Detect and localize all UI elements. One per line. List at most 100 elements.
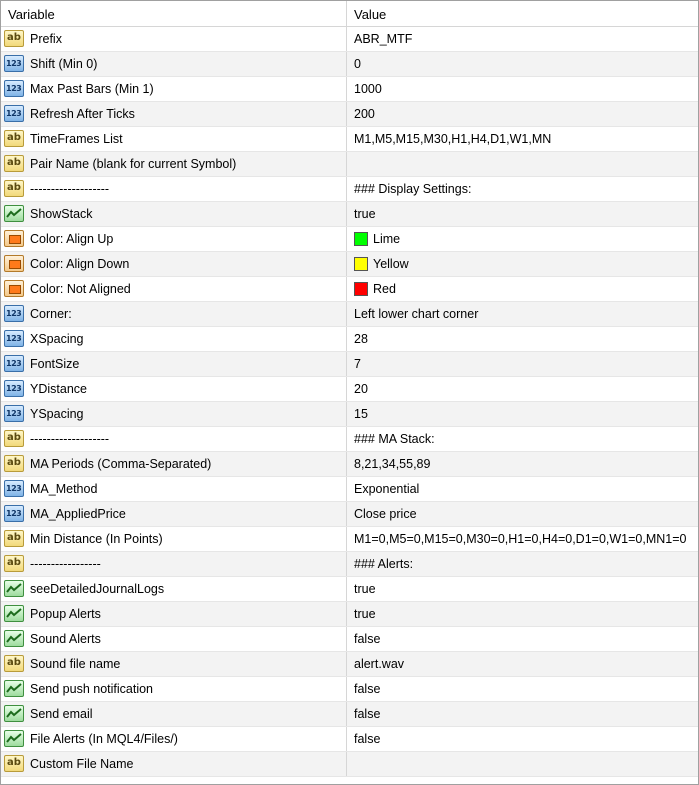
- ab-icon: ab: [4, 155, 24, 172]
- variable-cell: 123 FontSize: [1, 352, 347, 376]
- parameter-row[interactable]: 123 YSpacing 15: [1, 402, 698, 427]
- color-icon: [4, 255, 24, 272]
- variable-name: MA_Method: [30, 482, 98, 496]
- parameter-row[interactable]: ab MA Periods (Comma-Separated) 8,21,34,55…: [1, 452, 698, 477]
- parameter-row[interactable]: 123 Corner: Left lower chart corner: [1, 302, 698, 327]
- numeric-icon: 123: [4, 355, 24, 372]
- value-cell[interactable]: 200: [354, 107, 375, 121]
- value-cell[interactable]: true: [354, 607, 376, 621]
- value-cell[interactable]: 7: [354, 357, 361, 371]
- parameter-row[interactable]: 123 MA_Method Exponential: [1, 477, 698, 502]
- value-cell[interactable]: false: [354, 632, 380, 646]
- variable-name: Min Distance (In Points): [30, 532, 163, 546]
- value-cell[interactable]: ABR_MTF: [354, 32, 412, 46]
- value-cell[interactable]: alert.wav: [354, 657, 404, 671]
- inputs-property-grid: Variable Value ab Prefix ABR_MTF 123 Shift (…: [0, 0, 699, 785]
- variable-cell: ab -------------------: [1, 427, 347, 451]
- parameter-row[interactable]: ab Pair Name (blank for current Symbol): [1, 152, 698, 177]
- variable-cell: 123 XSpacing: [1, 327, 347, 351]
- variable-cell: ab MA Periods (Comma-Separated): [1, 452, 347, 476]
- value-cell[interactable]: ### MA Stack:: [354, 432, 435, 446]
- parameter-row[interactable]: ab Prefix ABR_MTF: [1, 27, 698, 52]
- value-cell[interactable]: Left lower chart corner: [354, 307, 478, 321]
- parameter-row[interactable]: 123 Shift (Min 0) 0: [1, 52, 698, 77]
- value-cell[interactable]: Yellow: [373, 257, 409, 271]
- variable-name: Popup Alerts: [30, 607, 101, 621]
- value-cell[interactable]: ### Display Settings:: [354, 182, 471, 196]
- value-cell[interactable]: Exponential: [354, 482, 419, 496]
- bool-icon: [4, 730, 24, 747]
- variable-name: -----------------: [30, 557, 101, 571]
- value-cell[interactable]: false: [354, 732, 380, 746]
- parameter-row[interactable]: Popup Alerts true: [1, 602, 698, 627]
- parameter-row[interactable]: File Alerts (In MQL4/Files/) false: [1, 727, 698, 752]
- variable-name: TimeFrames List: [30, 132, 123, 146]
- variable-name: Sound file name: [30, 657, 121, 671]
- parameter-row[interactable]: ab ------------------- ### MA Stack:: [1, 427, 698, 452]
- variable-name: Pair Name (blank for current Symbol): [30, 157, 237, 171]
- value-cell[interactable]: true: [354, 207, 376, 221]
- value-cell[interactable]: Close price: [354, 507, 417, 521]
- variable-name: FontSize: [30, 357, 80, 371]
- value-cell[interactable]: false: [354, 682, 380, 696]
- parameter-row[interactable]: Send push notification false: [1, 677, 698, 702]
- parameter-row[interactable]: 123 XSpacing 28: [1, 327, 698, 352]
- value-cell[interactable]: 8,21,34,55,89: [354, 457, 430, 471]
- numeric-icon: 123: [4, 330, 24, 347]
- ab-icon: ab: [4, 30, 24, 47]
- variable-cell: 123 Max Past Bars (Min 1): [1, 77, 347, 101]
- variable-cell: Color: Align Down: [1, 252, 347, 276]
- value-cell[interactable]: 20: [354, 382, 368, 396]
- parameter-row[interactable]: 123 MA_AppliedPrice Close price: [1, 502, 698, 527]
- parameter-row[interactable]: ab Min Distance (In Points) M1=0,M5=0,M15=…: [1, 527, 698, 552]
- variable-column-header[interactable]: Variable: [1, 1, 347, 26]
- variable-name: Shift (Min 0): [30, 57, 98, 71]
- variable-cell: ShowStack: [1, 202, 347, 226]
- parameter-row[interactable]: 123 Refresh After Ticks 200: [1, 102, 698, 127]
- variable-header-label: Variable: [8, 7, 55, 22]
- ab-icon: ab: [4, 655, 24, 672]
- variable-name: Color: Not Aligned: [30, 282, 131, 296]
- parameter-row[interactable]: Color: Align Up Lime: [1, 227, 698, 252]
- value-cell[interactable]: 1000: [354, 82, 382, 96]
- variable-name: File Alerts (In MQL4/Files/): [30, 732, 178, 746]
- parameter-row[interactable]: Send email false: [1, 702, 698, 727]
- parameter-row[interactable]: ab ------------------- ### Display Setting…: [1, 177, 698, 202]
- value-cell[interactable]: 0: [354, 57, 361, 71]
- variable-cell: 123 YDistance: [1, 377, 347, 401]
- value-cell[interactable]: Lime: [373, 232, 400, 246]
- parameter-row[interactable]: ab TimeFrames List M1,M5,M15,M30,H1,H4,D1,…: [1, 127, 698, 152]
- value-cell[interactable]: 15: [354, 407, 368, 421]
- variable-cell: 123 Refresh After Ticks: [1, 102, 347, 126]
- ab-icon: ab: [4, 455, 24, 472]
- parameter-row[interactable]: Sound Alerts false: [1, 627, 698, 652]
- value-header-label[interactable]: Value: [354, 7, 386, 22]
- value-cell[interactable]: ### Alerts:: [354, 557, 413, 571]
- parameter-row[interactable]: ShowStack true: [1, 202, 698, 227]
- bool-icon: [4, 205, 24, 222]
- parameter-row[interactable]: seeDetailedJournalLogs true: [1, 577, 698, 602]
- parameter-row[interactable]: ab Custom File Name: [1, 752, 698, 777]
- value-cell[interactable]: true: [354, 582, 376, 596]
- parameter-row[interactable]: Color: Not Aligned Red: [1, 277, 698, 302]
- variable-cell: ab -----------------: [1, 552, 347, 576]
- value-cell[interactable]: false: [354, 707, 380, 721]
- variable-cell: ab TimeFrames List: [1, 127, 347, 151]
- ab-icon: ab: [4, 130, 24, 147]
- parameter-row[interactable]: 123 Max Past Bars (Min 1) 1000: [1, 77, 698, 102]
- parameter-row[interactable]: ab ----------------- ### Alerts:: [1, 552, 698, 577]
- parameter-row[interactable]: 123 YDistance 20: [1, 377, 698, 402]
- variable-name: Prefix: [30, 32, 62, 46]
- ab-icon: ab: [4, 180, 24, 197]
- parameter-row[interactable]: Color: Align Down Yellow: [1, 252, 698, 277]
- variable-name: MA_AppliedPrice: [30, 507, 126, 521]
- value-cell[interactable]: Red: [373, 282, 396, 296]
- parameter-row[interactable]: ab Sound file name alert.wav: [1, 652, 698, 677]
- parameter-row[interactable]: 123 FontSize 7: [1, 352, 698, 377]
- value-cell[interactable]: M1,M5,M15,M30,H1,H4,D1,W1,MN: [354, 132, 551, 146]
- value-cell[interactable]: 28: [354, 332, 368, 346]
- variable-name: Send push notification: [30, 682, 154, 696]
- bool-icon: [4, 705, 24, 722]
- variable-name: Color: Align Down: [30, 257, 130, 271]
- value-cell[interactable]: M1=0,M5=0,M15=0,M30=0,H1=0,H4=0,D1=0,W1=…: [354, 532, 687, 546]
